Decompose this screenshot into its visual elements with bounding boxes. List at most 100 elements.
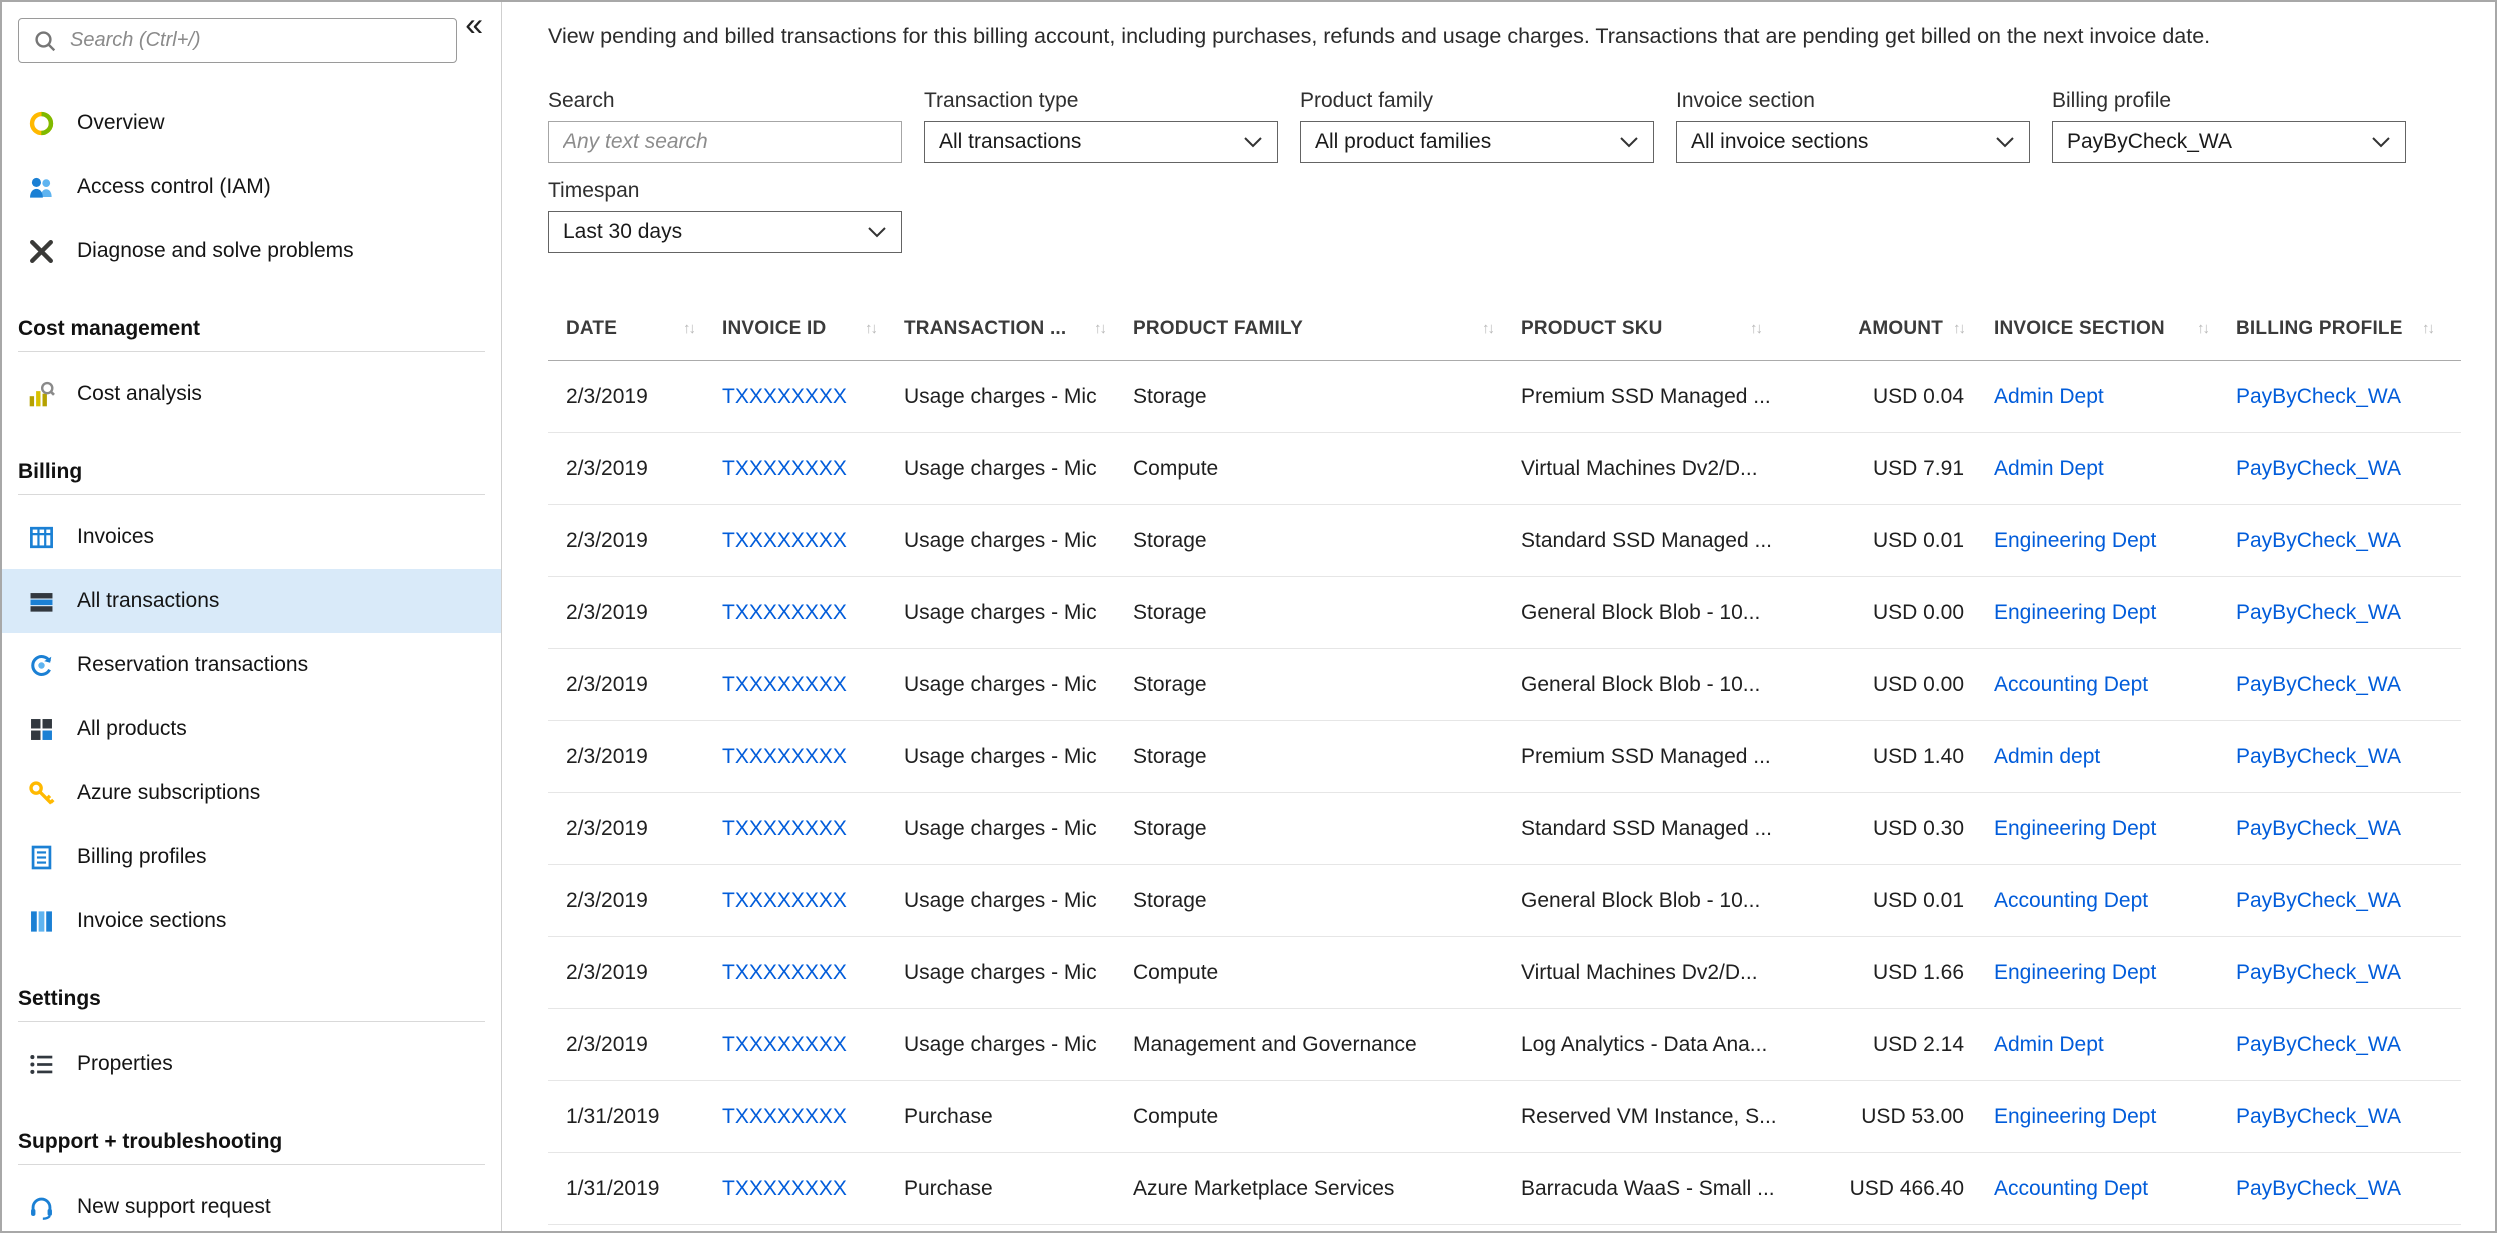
cell-invoice-section: Engineering Dept (1994, 817, 2236, 841)
iam-icon (28, 174, 55, 201)
sidebar-item-cost-analysis[interactable]: Cost analysis (2, 362, 501, 426)
billing-profile-link[interactable]: PayByCheck_WA (2236, 1105, 2401, 1128)
invoice-id-link[interactable]: TXXXXXXXX (722, 1033, 847, 1056)
invoice-section-link[interactable]: Engineering Dept (1994, 1105, 2156, 1128)
sort-icon: ↑↓ (1750, 320, 1763, 337)
sidebar-item-properties[interactable]: Properties (2, 1032, 501, 1096)
billing-profile-dropdown[interactable]: PayByCheck_WA (2052, 121, 2406, 163)
timespan-dropdown[interactable]: Last 30 days (548, 211, 902, 253)
search-input[interactable] (548, 121, 902, 163)
invoice-id-link[interactable]: TXXXXXXXX (722, 889, 847, 912)
invoice-section-link[interactable]: Engineering Dept (1994, 601, 2156, 624)
billing-profile-link[interactable]: PayByCheck_WA (2236, 889, 2401, 912)
invoice-section-link[interactable]: Admin Dept (1994, 1033, 2104, 1056)
sidebar-item-label: All transactions (77, 589, 220, 612)
billing-profile-link[interactable]: PayByCheck_WA (2236, 745, 2401, 768)
column-header-transaction-type[interactable]: TRANSACTION ... ↑↓ (904, 318, 1133, 340)
cell-invoice-section: Engineering Dept (1994, 961, 2236, 985)
cell-billing-profile: PayByCheck_WA (2236, 385, 2461, 409)
filter-label: Invoice section (1676, 89, 1815, 112)
product-sku-value: Log Analytics - Data Ana... (1521, 1032, 1768, 1056)
invoice-section-link[interactable]: Accounting Dept (1994, 673, 2148, 696)
filters-row-1: Search Transaction type All transactions… (548, 89, 2465, 163)
amount-value: USD 0.00 (1872, 600, 1964, 624)
cell-product-family: Azure Marketplace Services (1133, 1177, 1521, 1201)
billing-profile-link[interactable]: PayByCheck_WA (2236, 529, 2401, 552)
sidebar-item-billing-profiles[interactable]: Billing profiles (2, 825, 501, 889)
invoice-id-link[interactable]: TXXXXXXXX (722, 961, 847, 984)
table-header-row: DATE ↑↓ INVOICE ID ↑↓ TRANSACTION ... ↑↓… (548, 297, 2461, 361)
sidebar-item-diagnose[interactable]: Diagnose and solve problems (2, 219, 501, 283)
sidebar-item-all-transactions[interactable]: All transactions (2, 569, 501, 633)
invoice-section-link[interactable]: Accounting Dept (1994, 889, 2148, 912)
sidebar-item-invoice-sections[interactable]: Invoice sections (2, 889, 501, 953)
filter-product-family: Product family All product families (1300, 89, 1654, 163)
transaction-type-dropdown[interactable]: All transactions (924, 121, 1278, 163)
product-sku-value: Barracuda WaaS - Small ... (1521, 1176, 1775, 1200)
invoice-section-link[interactable]: Accounting Dept (1994, 1177, 2148, 1200)
sidebar-search-input[interactable] (68, 28, 444, 53)
billing-profile-link[interactable]: PayByCheck_WA (2236, 457, 2401, 480)
cell-invoice-section: Accounting Dept (1994, 889, 2236, 913)
sidebar-item-new-support-request[interactable]: New support request (2, 1175, 501, 1231)
invoice-section-dropdown[interactable]: All invoice sections (1676, 121, 2030, 163)
table-row: 2/3/2019 TXXXXXXXX Usage charges - Mic S… (548, 361, 2461, 433)
billing-profile-link[interactable]: PayByCheck_WA (2236, 817, 2401, 840)
invoice-section-link[interactable]: Admin dept (1994, 745, 2100, 768)
billing-profile-link[interactable]: PayByCheck_WA (2236, 601, 2401, 624)
column-header-invoice-id[interactable]: INVOICE ID ↑↓ (722, 318, 904, 340)
amount-value: USD 0.01 (1872, 888, 1964, 912)
sort-icon: ↑↓ (1482, 320, 1495, 337)
invoice-id-link[interactable]: TXXXXXXXX (722, 817, 847, 840)
product-family-dropdown[interactable]: All product families (1300, 121, 1654, 163)
invoice-id-link[interactable]: TXXXXXXXX (722, 457, 847, 480)
sidebar-item-label: Reservation transactions (77, 653, 309, 676)
invoice-id-link[interactable]: TXXXXXXXX (722, 673, 847, 696)
cell-invoice-id: TXXXXXXXX (722, 817, 904, 841)
sidebar-item-overview[interactable]: Overview (2, 91, 501, 155)
column-header-date[interactable]: DATE ↑↓ (566, 318, 722, 340)
sort-icon: ↑↓ (1953, 320, 1966, 337)
sidebar-item-all-products[interactable]: All products (2, 697, 501, 761)
invoice-id-link[interactable]: TXXXXXXXX (722, 529, 847, 552)
billing-profile-link[interactable]: PayByCheck_WA (2236, 961, 2401, 984)
billing-profile-link[interactable]: PayByCheck_WA (2236, 385, 2401, 408)
billing-profile-link[interactable]: PayByCheck_WA (2236, 673, 2401, 696)
invoice-section-link[interactable]: Engineering Dept (1994, 817, 2156, 840)
sidebar-item-invoices[interactable]: Invoices (2, 505, 501, 569)
sidebar-item-azure-subscriptions[interactable]: Azure subscriptions (2, 761, 501, 825)
cell-product-sku: Reserved VM Instance, S... (1521, 1105, 1789, 1129)
billing-profile-link[interactable]: PayByCheck_WA (2236, 1177, 2401, 1200)
product-sku-value: Reserved VM Instance, S... (1521, 1104, 1777, 1128)
billing-profile-link[interactable]: PayByCheck_WA (2236, 1033, 2401, 1056)
invoice-section-link[interactable]: Admin Dept (1994, 385, 2104, 408)
cell-transaction-type: Usage charges - Mic (904, 529, 1133, 553)
cell-amount: USD 466.40 (1789, 1177, 1994, 1201)
column-header-product-family[interactable]: PRODUCT FAMILY ↑↓ (1133, 318, 1521, 340)
column-header-billing-profile[interactable]: BILLING PROFILE ↑↓ (2236, 318, 2461, 340)
invoice-id-link[interactable]: TXXXXXXXX (722, 745, 847, 768)
sidebar-item-reservation-transactions[interactable]: Reservation transactions (2, 633, 501, 697)
date-value: 2/3/2019 (566, 816, 648, 840)
sidebar-item-label: Access control (IAM) (77, 175, 271, 198)
cell-transaction-type: Usage charges - Mic (904, 385, 1133, 409)
cell-date: 2/3/2019 (566, 817, 722, 841)
date-value: 2/3/2019 (566, 528, 648, 552)
column-header-amount[interactable]: AMOUNT ↑↓ (1789, 318, 1994, 340)
invoice-section-link[interactable]: Engineering Dept (1994, 529, 2156, 552)
invoice-id-link[interactable]: TXXXXXXXX (722, 1105, 847, 1128)
table-row: 2/3/2019 TXXXXXXXX Usage charges - Mic S… (548, 649, 2461, 721)
invoice-id-link[interactable]: TXXXXXXXX (722, 1177, 847, 1200)
cell-invoice-section: Admin Dept (1994, 1033, 2236, 1057)
invoice-id-link[interactable]: TXXXXXXXX (722, 601, 847, 624)
invoice-section-link[interactable]: Engineering Dept (1994, 961, 2156, 984)
invoice-section-link[interactable]: Admin Dept (1994, 457, 2104, 480)
column-label: TRANSACTION ... (904, 317, 1067, 339)
column-header-product-sku[interactable]: PRODUCT SKU ↑↓ (1521, 318, 1789, 340)
sidebar-item-access-control-iam[interactable]: Access control (IAM) (2, 155, 501, 219)
amount-value: USD 0.00 (1872, 672, 1964, 696)
cell-amount: USD 2.14 (1789, 1033, 1994, 1057)
collapse-sidebar-button[interactable]: « (459, 6, 489, 42)
invoice-id-link[interactable]: TXXXXXXXX (722, 385, 847, 408)
column-header-invoice-section[interactable]: INVOICE SECTION ↑↓ (1994, 318, 2236, 340)
